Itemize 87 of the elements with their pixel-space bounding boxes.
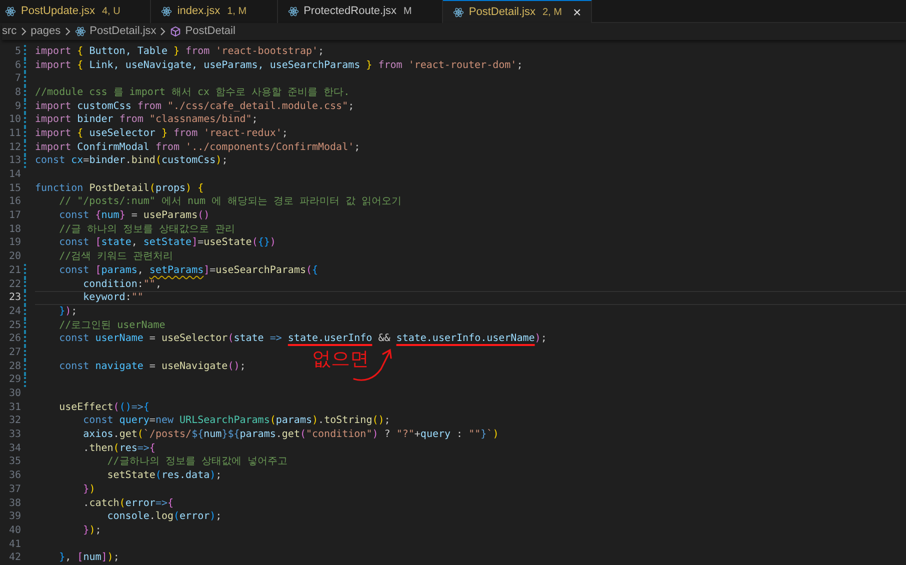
- code-line: //글하나의 정보를 상태값에 넣어주고: [106, 456, 288, 470]
- symbol-icon: [170, 26, 182, 37]
- line-number: 6: [14, 60, 21, 71]
- line-number: 17: [8, 211, 21, 222]
- code-line: import ConfirmModal from '../components/ConfirmModal';: [35, 140, 362, 154]
- react-icon: [161, 6, 172, 17]
- code-line: const [params, setParams]=useSearchParams({: [58, 264, 320, 278]
- chevron-icon: [64, 27, 71, 36]
- code-line: const {num} = useParams(): [58, 209, 211, 223]
- line-number: 42: [8, 553, 21, 564]
- line-number: 18: [8, 224, 21, 235]
- code-line: function PostDetail(props) {: [35, 182, 205, 196]
- code-line: keyword:"": [35, 291, 906, 306]
- breadcrumb-item[interactable]: pages: [30, 23, 61, 40]
- code-line: }): [82, 483, 96, 497]
- line-number: 37: [8, 484, 21, 495]
- line-number: 34: [8, 444, 21, 454]
- line-number: 39: [8, 512, 21, 522]
- code-line: axios.get(`/posts/${num}${params.get("condition") ? "?"+query : ""}`): [82, 428, 500, 442]
- code-line: useEffect(()=>{: [58, 400, 150, 415]
- code-line: //검색 키워드 관련처리: [58, 250, 174, 264]
- line-number: 35: [8, 457, 21, 468]
- breadcrumb-item[interactable]: PostDetail.jsx: [90, 23, 156, 40]
- editor-tab[interactable]: PostDetail.jsx 2, M ×: [442, 0, 592, 23]
- line-number: 9: [14, 102, 21, 112]
- code-line: import binder from "classnames/bind";: [35, 113, 259, 128]
- breadcrumb-item[interactable]: src: [2, 23, 17, 40]
- code-line: const navigate = useNavigate();: [58, 360, 247, 374]
- code-line: //글 하나의 정보를 상태값으로 관리: [58, 222, 236, 237]
- line-number: 30: [8, 389, 21, 400]
- line-number: 11: [8, 128, 21, 139]
- line-number: 32: [8, 416, 21, 426]
- react-icon: [74, 26, 86, 37]
- line-number: 33: [8, 430, 21, 440]
- line-number: 40: [8, 526, 21, 536]
- breadcrumb-item[interactable]: PostDetail: [185, 23, 236, 40]
- line-number: 16: [8, 197, 21, 208]
- react-icon: [288, 6, 299, 17]
- code-line: const query=new URLSearchParams(params).toString();: [82, 414, 392, 428]
- line-number: 41: [8, 540, 21, 550]
- code-line: import { useSelector } from 'react-redux';: [35, 127, 289, 141]
- line-number: 27: [8, 348, 21, 358]
- line-number: 7: [14, 74, 21, 84]
- line-number: 36: [8, 471, 21, 482]
- line-number: 15: [8, 184, 21, 194]
- editor-tab[interactable]: ProtectedRoute.jsx M: [278, 0, 443, 23]
- line-number: 8: [14, 88, 21, 98]
- line-number: 23: [8, 293, 21, 304]
- code-line: console.log(error);: [106, 510, 223, 524]
- chevron-icon: [160, 27, 166, 36]
- line-number: 38: [8, 498, 21, 509]
- code-line: .then(res=>{: [82, 442, 156, 456]
- line-number: 12: [8, 142, 21, 153]
- code-line: const userName = useSelector(state => state.userInfo && state.userInfo.userName);: [58, 332, 548, 346]
- code-line: import { Button, Table } from 'react-bootstrap';: [35, 45, 326, 59]
- code-line: const cx=binder.bind(customCss);: [35, 154, 229, 168]
- code-line: condition:"",: [82, 278, 162, 292]
- code-line: //module css 를 import 해서 cx 함수로 사용할 준비를 한다.: [35, 86, 351, 100]
- code-line: }, [num]);: [58, 551, 120, 565]
- line-number: 29: [8, 375, 21, 386]
- line-number: 20: [8, 252, 21, 262]
- code-line: // "/posts/:num" 에서 num 에 해당되는 경로 파라미터 값 읽어오기: [58, 196, 403, 210]
- line-number: 19: [8, 238, 21, 248]
- line-number: 21: [8, 266, 21, 276]
- line-number: 10: [8, 115, 21, 126]
- line-number: 25: [8, 320, 21, 331]
- code-line: import { Link, useNavigate, useParams, useSearchParams } from 'react-router-dom';: [35, 58, 524, 72]
- annotation-text: 없으면: [312, 350, 369, 369]
- code-line: });: [82, 524, 102, 538]
- react-icon: [5, 6, 16, 17]
- code-line: import customCss from "./css/cafe_detail.module.css";: [35, 100, 356, 114]
- line-number: 31: [8, 402, 21, 413]
- code-line: .catch(error=>{: [82, 496, 175, 510]
- code-line: setState(res.data);: [106, 469, 223, 483]
- code-line: //로그인된 userName: [58, 318, 166, 332]
- line-number: 24: [8, 306, 21, 317]
- close-icon[interactable]: ×: [572, 5, 582, 19]
- react-icon: [452, 6, 464, 18]
- chevron-icon: [20, 27, 27, 36]
- line-number: 22: [8, 280, 21, 290]
- line-number: 26: [8, 334, 21, 344]
- line-number: 28: [8, 362, 21, 372]
- code-line: const [state, setState]=useState({}): [58, 236, 277, 250]
- line-number: 5: [14, 46, 21, 57]
- code-line: });: [58, 305, 78, 319]
- line-number: 14: [8, 170, 21, 180]
- line-number: 13: [8, 156, 21, 166]
